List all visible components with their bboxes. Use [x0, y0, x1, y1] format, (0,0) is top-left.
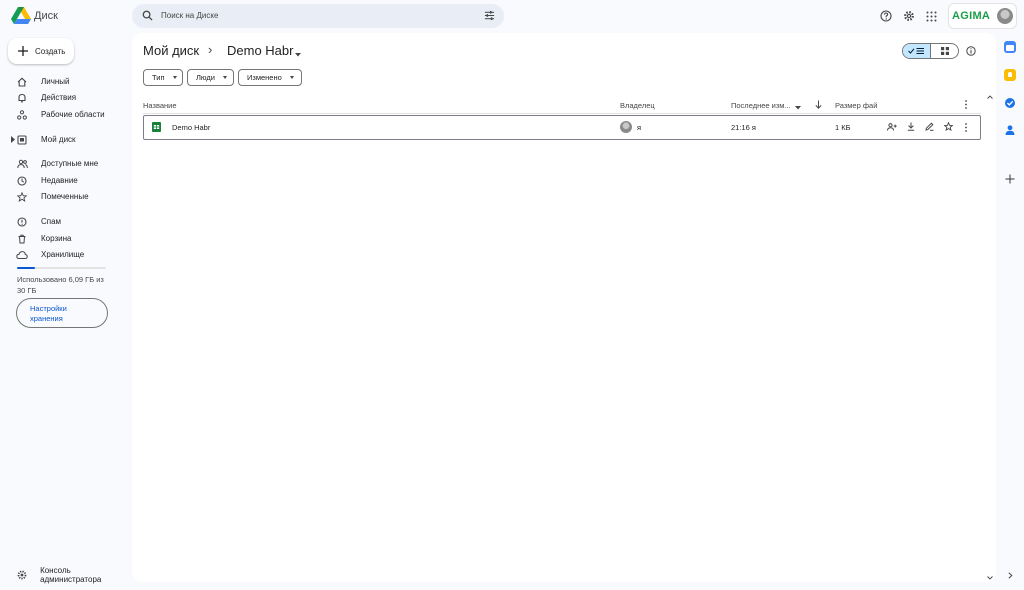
contacts-icon[interactable] — [1004, 124, 1016, 138]
sidebar-item-label: Помеченные — [41, 192, 89, 201]
breadcrumb-root[interactable]: Мой диск — [143, 43, 199, 58]
admin-console-link[interactable]: Консоль администратора — [8, 565, 128, 584]
grid-icon — [940, 47, 949, 55]
column-header-size[interactable]: Размер фай — [835, 101, 877, 110]
header-divider — [143, 113, 981, 114]
column-header-owner[interactable]: Владелец — [620, 101, 655, 110]
search-options-icon[interactable] — [484, 10, 495, 21]
info-icon[interactable] — [966, 46, 976, 58]
sidebar-item-label: Спам — [41, 217, 62, 226]
account-avatar[interactable] — [997, 8, 1013, 24]
filter-people-chip[interactable]: Люди — [187, 69, 234, 86]
file-modified: 21:16 я — [731, 123, 756, 132]
filter-modified-chip[interactable]: Изменено — [238, 69, 302, 86]
create-button[interactable]: Создать — [8, 38, 74, 64]
chevron-down-icon — [222, 76, 227, 79]
organization-logo: AGIMA — [952, 10, 991, 22]
sidebar-item-activity[interactable]: Действия — [8, 90, 128, 105]
breadcrumb-separator: › — [208, 42, 213, 57]
owner-avatar — [620, 121, 632, 133]
sort-arrow-down-icon[interactable] — [815, 100, 822, 111]
search-icon[interactable] — [142, 10, 153, 21]
settings-gear-icon[interactable] — [900, 7, 918, 25]
storage-bar-fill — [17, 267, 36, 269]
filter-people-label: Люди — [196, 73, 215, 82]
star-icon[interactable] — [943, 121, 954, 133]
scroll-up-arrow-icon[interactable] — [987, 92, 993, 101]
view-toggle[interactable] — [902, 43, 959, 59]
storage-settings-label: Настройки хранения — [30, 304, 67, 323]
download-icon[interactable] — [907, 122, 915, 133]
check-list-icon — [908, 48, 924, 54]
sidebar-item-starred[interactable]: Помеченные — [8, 189, 128, 204]
column-header-name[interactable]: Название — [143, 101, 177, 110]
drive-icon — [15, 134, 29, 145]
shared-icon — [15, 159, 29, 169]
apps-grid-icon[interactable] — [922, 7, 940, 25]
share-person-add-icon[interactable] — [887, 123, 897, 133]
cloud-icon — [15, 250, 29, 260]
file-size: 1 КБ — [835, 123, 851, 132]
sidebar-item-storage[interactable]: Хранилище — [8, 247, 128, 262]
admin-gear-icon — [15, 570, 28, 580]
sidebar-item-label: Мой диск — [41, 135, 76, 144]
collapse-side-panel-icon[interactable] — [1008, 572, 1013, 581]
more-actions-icon[interactable] — [964, 123, 968, 134]
storage-bar — [17, 267, 106, 269]
sidebar-item-label: Доступные мне — [41, 159, 99, 168]
breadcrumb-current-folder[interactable]: Demo Habr — [227, 43, 293, 58]
sidebar-item-label: Действия — [41, 93, 77, 102]
file-name[interactable]: Demo Habr — [172, 123, 210, 132]
sidebar-item-workspaces[interactable]: Рабочие области — [8, 107, 128, 122]
spam-icon — [15, 216, 29, 227]
admin-console-label: Консоль администратора — [40, 565, 102, 584]
folder-menu-caret-icon[interactable] — [295, 50, 301, 59]
storage-settings-button[interactable]: Настройки хранения — [16, 298, 108, 328]
chevron-down-icon — [172, 76, 177, 79]
sidebar-item-label: Недавние — [41, 176, 78, 185]
sidebar-item-spam[interactable]: Спам — [8, 214, 128, 229]
scroll-down-arrow-icon[interactable] — [987, 573, 993, 582]
clock-icon — [15, 175, 29, 186]
search-input[interactable]: Поиск на Диске — [161, 11, 218, 20]
calendar-icon[interactable] — [1004, 41, 1016, 53]
filter-type-chip[interactable]: Тип — [143, 69, 183, 86]
filter-modified-label: Изменено — [247, 73, 282, 82]
storage-usage-text: Использовано 6,09 ГБ из 30 ГБ — [17, 275, 104, 295]
sidebar-item-personal[interactable]: Личный — [8, 74, 128, 89]
plus-icon — [18, 46, 28, 56]
sidebar-item-label: Личный — [41, 77, 70, 86]
sidebar-item-label: Хранилище — [41, 250, 85, 259]
more-columns-icon[interactable] — [964, 100, 968, 111]
help-icon[interactable] — [877, 7, 895, 25]
modified-menu-caret-icon[interactable] — [795, 103, 801, 112]
create-button-label: Создать — [35, 46, 66, 56]
sidebar-item-shared-with-me[interactable]: Доступные мне — [8, 156, 128, 171]
star-icon — [15, 191, 29, 202]
add-addon-plus-icon[interactable] — [1005, 174, 1015, 186]
sidebar-item-label: Корзина — [41, 234, 72, 243]
file-owner: я — [637, 123, 642, 132]
column-header-modified[interactable]: Последнее изм... — [731, 101, 791, 110]
rename-pencil-icon[interactable] — [925, 122, 934, 133]
keep-icon[interactable] — [1004, 69, 1016, 81]
sheets-file-icon — [152, 122, 161, 134]
tasks-icon[interactable] — [1004, 97, 1016, 111]
bell-icon — [15, 93, 29, 103]
table-row[interactable] — [143, 115, 981, 140]
chevron-down-icon — [289, 76, 294, 79]
trash-icon — [15, 234, 29, 244]
sidebar-item-my-drive[interactable]: Мой диск — [8, 132, 128, 147]
sidebar-item-label: Рабочие области — [41, 110, 105, 119]
home-icon — [15, 77, 29, 87]
grid-view-button[interactable] — [931, 44, 958, 58]
drive-logo-icon[interactable] — [11, 7, 31, 25]
sidebar-item-recent[interactable]: Недавние — [8, 173, 128, 188]
filter-type-label: Тип — [152, 73, 165, 82]
sidebar-item-trash[interactable]: Корзина — [8, 231, 128, 246]
list-view-button[interactable] — [903, 44, 931, 58]
app-name[interactable]: Диск — [34, 10, 58, 22]
workspaces-icon — [15, 109, 29, 120]
